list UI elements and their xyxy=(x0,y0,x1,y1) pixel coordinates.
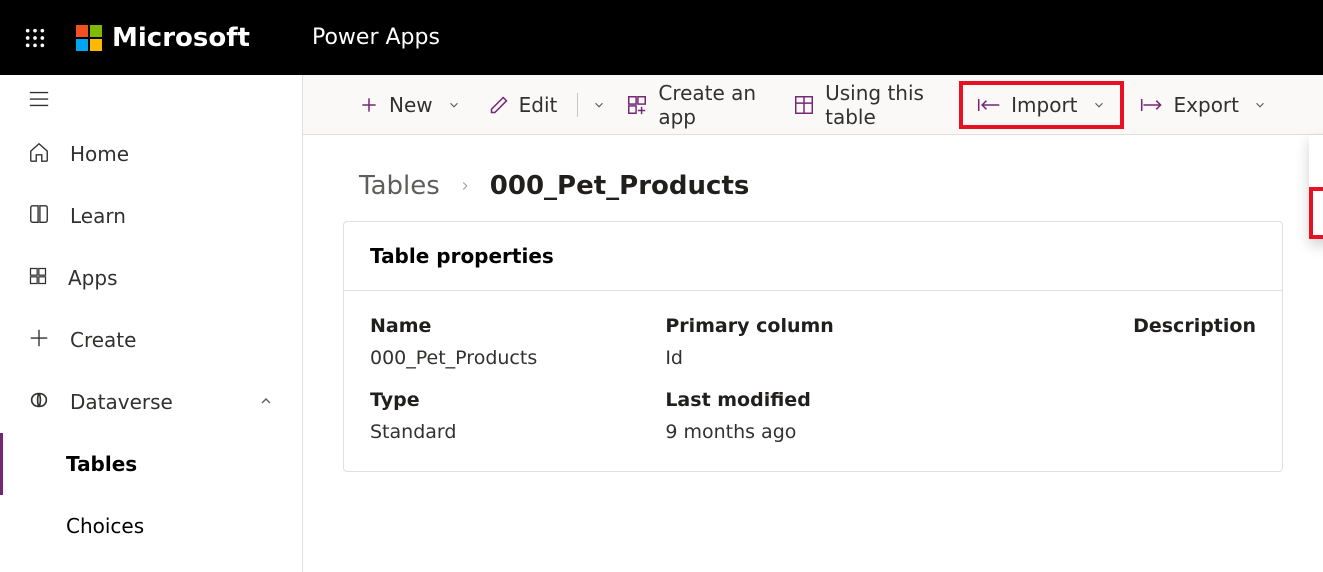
sidebar-label: Apps xyxy=(68,266,118,290)
chevron-down-icon xyxy=(447,93,461,117)
top-header: Microsoft Power Apps xyxy=(0,0,1323,75)
microsoft-logo[interactable]: Microsoft xyxy=(76,23,250,53)
app-plus-icon xyxy=(626,94,648,116)
cmd-label: Create an app xyxy=(658,81,765,129)
export-button[interactable]: Export xyxy=(1128,87,1279,123)
sidebar-label: Learn xyxy=(70,204,126,228)
new-button[interactable]: New xyxy=(347,87,473,123)
sidebar-subitem-tables[interactable]: Tables xyxy=(0,433,302,495)
prop-primary-value: Id xyxy=(665,347,960,369)
cmd-label: Using this table xyxy=(825,81,943,129)
sidebar-item-home[interactable]: Home xyxy=(0,123,302,185)
breadcrumb-current: 000_Pet_Products xyxy=(490,171,750,201)
import-data-menuitem[interactable]: Import data xyxy=(1309,135,1323,187)
book-icon xyxy=(28,203,50,230)
sidebar-label: Dataverse xyxy=(70,390,173,414)
import-button[interactable]: Import xyxy=(967,87,1115,123)
import-excel-menuitem[interactable]: X Import data from Excel xyxy=(1309,187,1323,239)
sidebar-subitem-choices[interactable]: Choices xyxy=(0,495,302,557)
app-launcher-icon[interactable] xyxy=(24,27,46,49)
cmd-label: Export xyxy=(1174,93,1239,117)
sidebar-item-learn[interactable]: Learn xyxy=(0,185,302,247)
sidebar-sublabel: Choices xyxy=(66,514,144,538)
edit-button[interactable]: Edit xyxy=(477,87,570,123)
prop-name-value: 000_Pet_Products xyxy=(370,347,665,369)
import-dropdown: Import data X Import data from Excel xyxy=(1309,135,1323,239)
microsoft-logo-icon xyxy=(76,25,102,51)
prop-modified-label: Last modified xyxy=(665,389,960,411)
hamburger-button[interactable] xyxy=(0,75,302,123)
command-bar: New Edit Create an app Using this table xyxy=(303,75,1323,135)
sidebar: Home Learn Apps Create Dataverse Tables … xyxy=(0,75,303,572)
create-app-button[interactable]: Create an app xyxy=(614,75,777,135)
sidebar-sublabel: Tables xyxy=(66,452,137,476)
import-highlight: Import xyxy=(959,81,1123,129)
sidebar-label: Home xyxy=(70,142,129,166)
sidebar-item-create[interactable]: Create xyxy=(0,309,302,371)
prop-description-label: Description xyxy=(961,315,1256,337)
sidebar-item-apps[interactable]: Apps xyxy=(0,247,302,309)
pencil-icon xyxy=(489,95,509,115)
sidebar-label: Create xyxy=(70,328,136,352)
chevron-down-icon xyxy=(1092,93,1106,117)
chevron-up-icon xyxy=(258,390,274,414)
table-icon xyxy=(793,94,815,116)
cmd-label: Edit xyxy=(519,93,558,117)
main-area: New Edit Create an app Using this table xyxy=(303,75,1323,572)
chevron-right-icon xyxy=(458,174,472,198)
chevron-down-icon xyxy=(1253,93,1267,117)
prop-type-value: Standard xyxy=(370,421,665,443)
card-title: Table properties xyxy=(344,222,1282,291)
prop-modified-value: 9 months ago xyxy=(665,421,960,443)
chevron-down-icon xyxy=(592,93,606,117)
home-icon xyxy=(28,141,50,168)
prop-name-label: Name xyxy=(370,315,665,337)
sidebar-item-dataverse[interactable]: Dataverse xyxy=(0,371,302,433)
grid-icon xyxy=(28,266,48,291)
cmd-label: New xyxy=(389,93,433,117)
breadcrumb-root[interactable]: Tables xyxy=(359,171,440,201)
cmd-label: Import xyxy=(1011,93,1077,117)
microsoft-brand-text: Microsoft xyxy=(112,23,250,53)
plus-icon xyxy=(359,95,379,115)
app-title: Power Apps xyxy=(312,25,440,50)
edit-split-button[interactable] xyxy=(573,87,610,123)
using-table-button[interactable]: Using this table xyxy=(781,75,955,135)
prop-primary-label: Primary column xyxy=(665,315,960,337)
prop-type-label: Type xyxy=(370,389,665,411)
table-properties-card: Table properties Name 000_Pet_Products T… xyxy=(343,221,1283,472)
dataverse-icon xyxy=(28,389,50,416)
breadcrumb: Tables 000_Pet_Products xyxy=(303,135,1323,221)
import-arrow-icon xyxy=(977,96,1001,114)
plus-icon xyxy=(28,327,50,354)
export-arrow-icon xyxy=(1140,96,1164,114)
